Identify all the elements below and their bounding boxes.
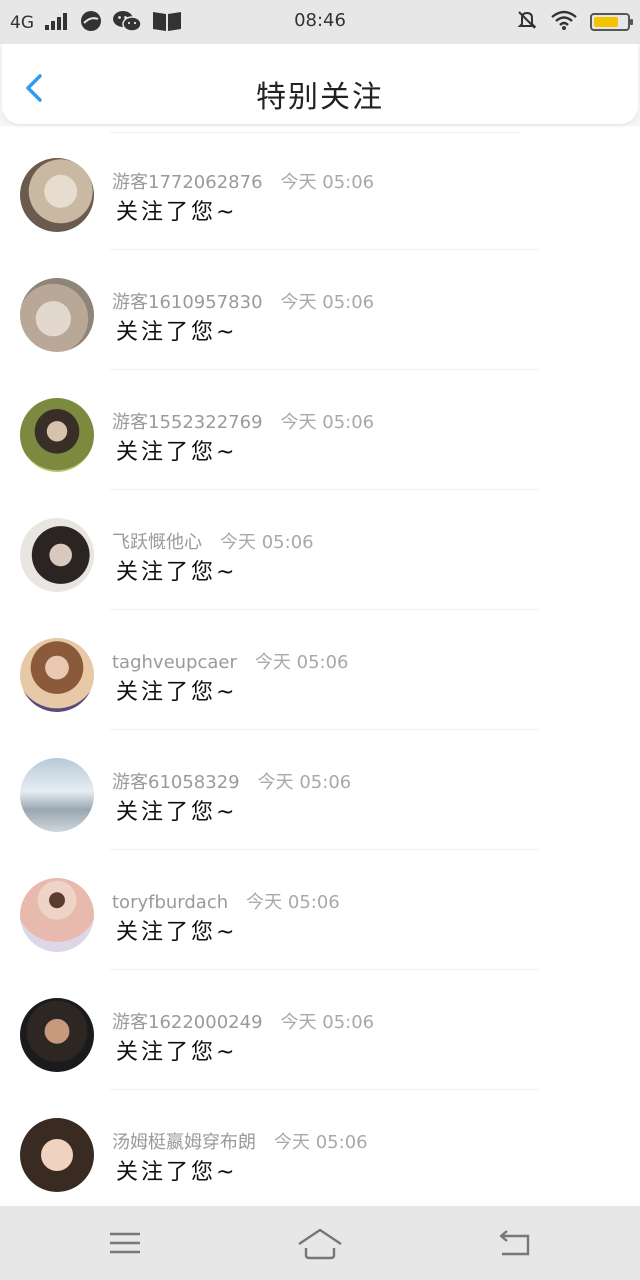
avatar [20,518,94,592]
message-text: 关注了您~ [116,320,238,345]
back-icon [499,1230,530,1256]
menu-icon [110,1232,140,1254]
item-meta: 游客1772062876 今天 05:06 [112,168,374,194]
timestamp: 今天 05:06 [280,172,375,193]
status-bar: 4G 08:46 [0,0,640,44]
avatar [20,158,94,232]
battery-level [594,17,618,27]
message-text: 关注了您~ [116,200,238,225]
avatar [20,278,94,352]
page-title: 特别关注 [256,80,384,115]
timestamp: 今天 05:06 [246,892,340,913]
avatar [20,398,94,472]
user-name: 汤姆梃嬴姆穿布朗 [112,1132,256,1153]
wifi-icon [550,9,578,35]
message-text: 关注了您~ [116,560,238,585]
timestamp: 今天 05:06 [254,652,349,673]
item-meta: 飞跃慨他心 今天 05:06 [112,528,314,554]
avatar [20,1118,94,1192]
list-item[interactable]: 游客1622000249 今天 05:06 关注了您~ [0,970,640,1090]
list-item[interactable]: 汤姆梃嬴姆穿布朗 今天 05:06 关注了您~ [0,1090,640,1204]
timestamp: 今天 05:06 [257,772,352,793]
item-meta: 游客1552322769 今天 05:06 [112,408,374,434]
message-text: 关注了您~ [116,1160,238,1185]
user-name: 飞跃慨他心 [112,532,202,553]
avatar [20,638,94,712]
list-item[interactable]: 游客1610957830 今天 05:06 关注了您~ [0,250,640,370]
timestamp: 今天 05:06 [220,532,314,553]
list-item[interactable]: 游客61058329 今天 05:06 关注了您~ [0,730,640,850]
timestamp: 今天 05:06 [280,1012,375,1033]
list-item[interactable]: 飞跃慨他心 今天 05:06 关注了您~ [0,490,640,610]
status-right [516,9,633,35]
list-item[interactable]: 游客1552322769 今天 05:06 关注了您~ [0,370,640,490]
user-name: taghveupcaer [112,652,237,673]
list-item[interactable]: taghveupcaer 今天 05:06 关注了您~ [0,610,640,730]
message-text: 关注了您~ [116,440,238,465]
user-name: 游客1622000249 [112,1012,263,1033]
home-button[interactable] [295,1224,345,1264]
timestamp: 今天 05:06 [274,1132,368,1153]
user-name: 游客1610957830 [112,292,263,313]
message-text: 关注了您~ [116,800,238,825]
list-item[interactable]: 游客1772062876 今天 05:06 关注了您~ [0,130,640,250]
header: 特别关注 [0,44,640,126]
message-text: 关注了您~ [116,680,238,705]
item-meta: 游客1622000249 今天 05:06 [112,1008,374,1034]
item-meta: 游客61058329 今天 05:06 [112,768,351,794]
message-text: 关注了您~ [116,1040,238,1065]
user-name: 游客1552322769 [112,412,263,433]
follow-list: 游客1772062876 今天 05:06 关注了您~ 游客1610957830 今… [0,130,640,1204]
user-name: 游客61058329 [112,772,240,793]
navigation-bar [0,1206,640,1280]
mute-icon [516,9,538,35]
item-meta: taghveupcaer 今天 05:06 [112,648,349,674]
list-item[interactable]: toryfburdach 今天 05:06 关注了您~ [0,850,640,970]
avatar [20,998,94,1072]
home-icon [298,1228,342,1260]
user-name: 游客1772062876 [112,172,263,193]
message-text: 关注了您~ [116,920,238,945]
back-nav-button[interactable] [490,1224,540,1264]
battery-icon [590,13,633,31]
item-meta: 汤姆梃嬴姆穿布朗 今天 05:06 [112,1128,368,1154]
timestamp: 今天 05:06 [280,412,375,433]
user-name: toryfburdach [112,892,229,913]
item-meta: 游客1610957830 今天 05:06 [112,288,374,314]
avatar [20,758,94,832]
timestamp: 今天 05:06 [280,292,375,313]
item-meta: toryfburdach 今天 05:06 [112,888,340,914]
menu-button[interactable] [100,1224,150,1264]
avatar [20,878,94,952]
header-card: 特别关注 [2,44,638,124]
